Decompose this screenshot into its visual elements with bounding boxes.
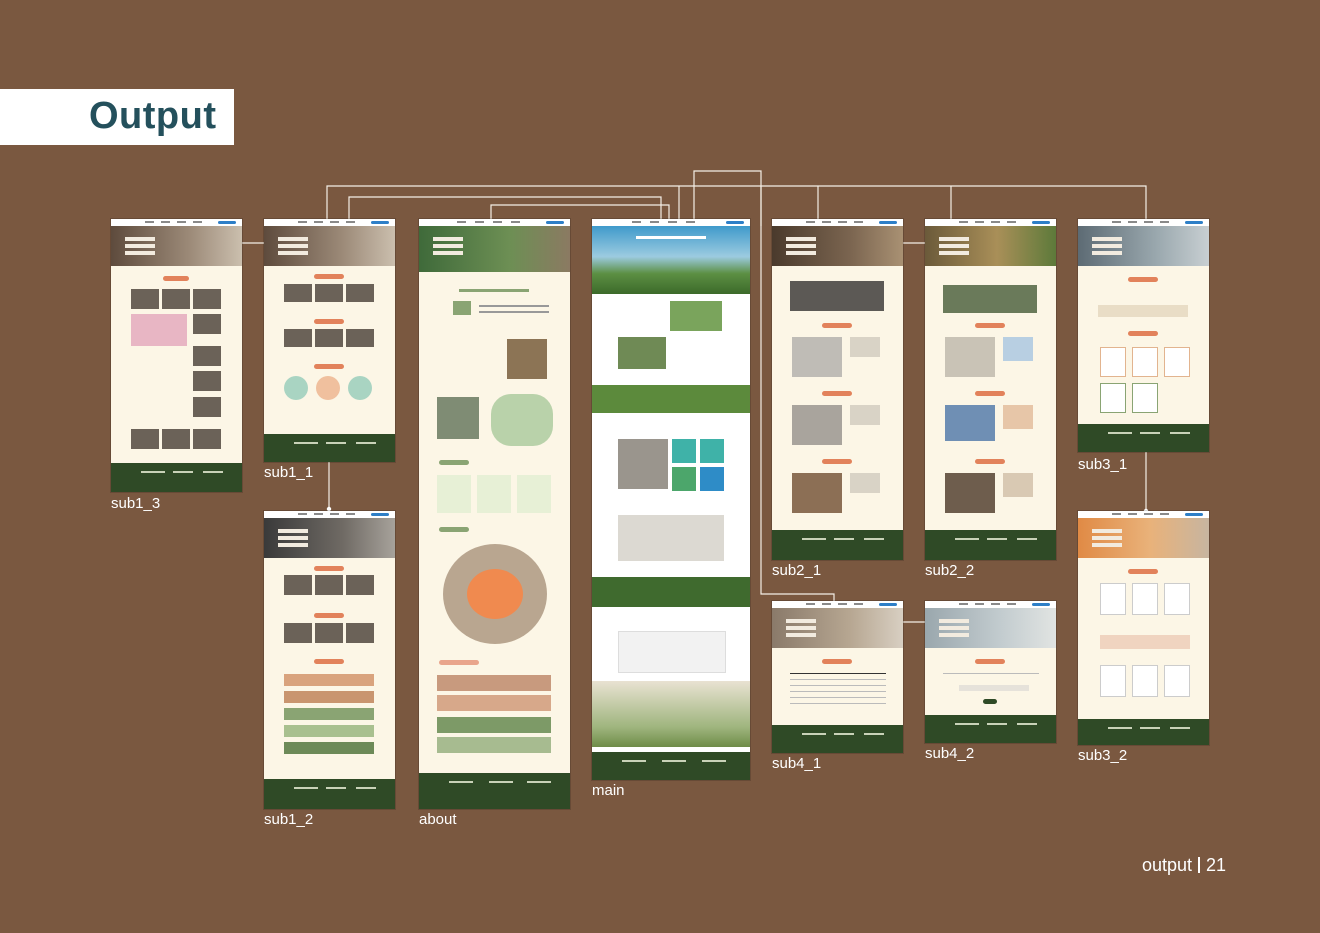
label-sub3-1: sub3_1 bbox=[1078, 456, 1128, 473]
thumb-sub4-2[interactable] bbox=[925, 601, 1056, 743]
thumb-sub1-1[interactable] bbox=[264, 219, 395, 462]
thumb-about[interactable] bbox=[419, 219, 570, 809]
thumb-sub3-1[interactable] bbox=[1078, 219, 1209, 452]
thumb-main[interactable] bbox=[592, 219, 750, 780]
label-sub1-2: sub1_2 bbox=[264, 811, 314, 828]
label-main: main bbox=[592, 782, 625, 799]
label-sub2-2: sub2_2 bbox=[925, 562, 975, 579]
page-number-footer: output 21 bbox=[1142, 855, 1226, 876]
label-sub1-3: sub1_3 bbox=[111, 495, 161, 512]
footer-label: output bbox=[1142, 855, 1193, 875]
label-sub1-1: sub1_1 bbox=[264, 464, 314, 481]
label-sub4-1: sub4_1 bbox=[772, 755, 822, 772]
label-about: about bbox=[419, 811, 457, 828]
thumb-hero bbox=[111, 226, 242, 266]
thumb-sub2-2[interactable] bbox=[925, 219, 1056, 560]
thumb-sub2-1[interactable] bbox=[772, 219, 903, 560]
page-number: 21 bbox=[1206, 855, 1227, 875]
label-sub4-2: sub4_2 bbox=[925, 745, 975, 762]
footer-separator bbox=[1198, 857, 1201, 873]
thumb-sub4-1[interactable] bbox=[772, 601, 903, 753]
thumb-sub1-2[interactable] bbox=[264, 511, 395, 809]
thumb-footer bbox=[111, 463, 242, 492]
thumb-sub1-3[interactable] bbox=[111, 219, 242, 492]
label-sub3-2: sub3_2 bbox=[1078, 747, 1128, 764]
thumb-sub3-2[interactable] bbox=[1078, 511, 1209, 745]
label-sub2-1: sub2_1 bbox=[772, 562, 822, 579]
